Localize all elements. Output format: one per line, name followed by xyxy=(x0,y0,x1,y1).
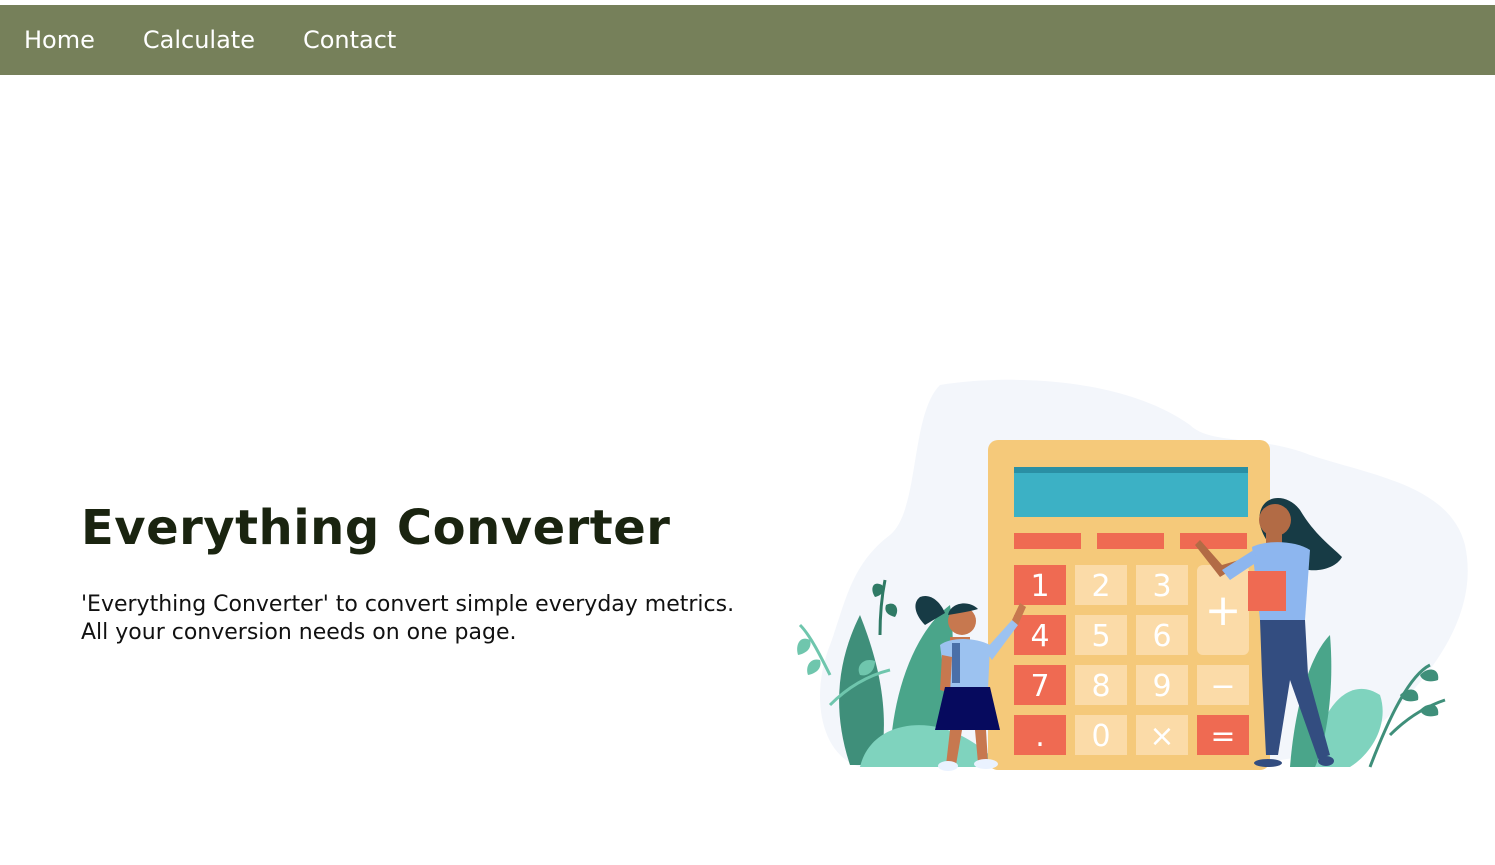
calculator-illustration: 1 2 3 + 4 5 6 7 8 9 − . 0 × = xyxy=(797,379,1468,771)
hero-description: 'Everything Converter' to convert simple… xyxy=(81,591,734,647)
key-1: 1 xyxy=(1030,569,1049,604)
top-navbar: Home Calculate Contact xyxy=(0,5,1495,75)
key-0: 0 xyxy=(1091,719,1110,754)
key-dot: . xyxy=(1035,719,1045,754)
key-plus: + xyxy=(1205,585,1242,636)
key-6: 6 xyxy=(1152,619,1171,654)
key-times: × xyxy=(1149,719,1174,754)
key-5: 5 xyxy=(1091,619,1110,654)
key-7: 7 xyxy=(1030,669,1049,704)
hero-description-line-2: All your conversion needs on one page. xyxy=(81,620,517,645)
hero-description-line-1: 'Everything Converter' to convert simple… xyxy=(81,592,735,617)
nav-link-calculate[interactable]: Calculate xyxy=(143,28,255,52)
key-4: 4 xyxy=(1030,619,1049,654)
key-2: 2 xyxy=(1091,569,1110,604)
key-minus: − xyxy=(1210,669,1235,704)
key-equals: = xyxy=(1210,719,1235,754)
key-3: 3 xyxy=(1152,569,1171,604)
page-title: Everything Converter xyxy=(81,500,671,556)
key-9: 9 xyxy=(1152,669,1171,704)
nav-link-home[interactable]: Home xyxy=(24,28,95,52)
nav-link-contact[interactable]: Contact xyxy=(303,28,396,52)
key-8: 8 xyxy=(1091,669,1110,704)
calculator-screen xyxy=(1014,467,1248,517)
